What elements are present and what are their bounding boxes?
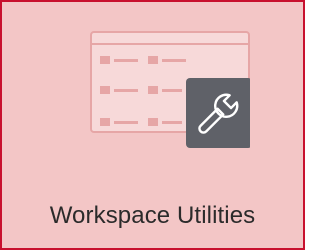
tile-label: Workspace Utilities	[49, 202, 256, 229]
workspace-list-illustration	[90, 31, 250, 148]
wrench-icon	[186, 78, 250, 148]
workspace-utilities-tile[interactable]: Workspace Utilities	[0, 0, 305, 250]
